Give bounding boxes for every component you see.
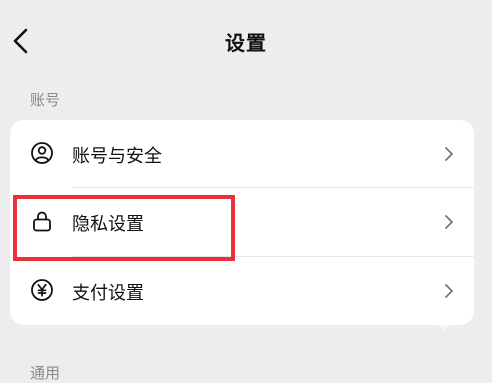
list-item-label: 账号与安全 [72,146,162,167]
list-item-label: 隐私设置 [72,214,144,235]
list-item-label: 支付设置 [72,283,144,304]
list-item-payment-settings[interactable]: 支付设置 [10,257,474,325]
account-settings-card: 账号与安全 隐私设置 支付设置 [10,120,474,325]
yen-circle-icon [30,278,54,302]
lock-icon [30,209,54,233]
navigation-bar: 设置 [0,0,492,82]
page-title: 设置 [225,31,267,55]
chevron-right-icon [442,145,456,163]
chevron-right-icon [442,213,456,231]
section-header-account: 账号 [30,91,61,109]
list-item-privacy-settings[interactable]: 隐私设置 [10,188,474,256]
user-circle-icon [30,141,54,165]
list-item-account-security[interactable]: 账号与安全 [10,120,474,188]
